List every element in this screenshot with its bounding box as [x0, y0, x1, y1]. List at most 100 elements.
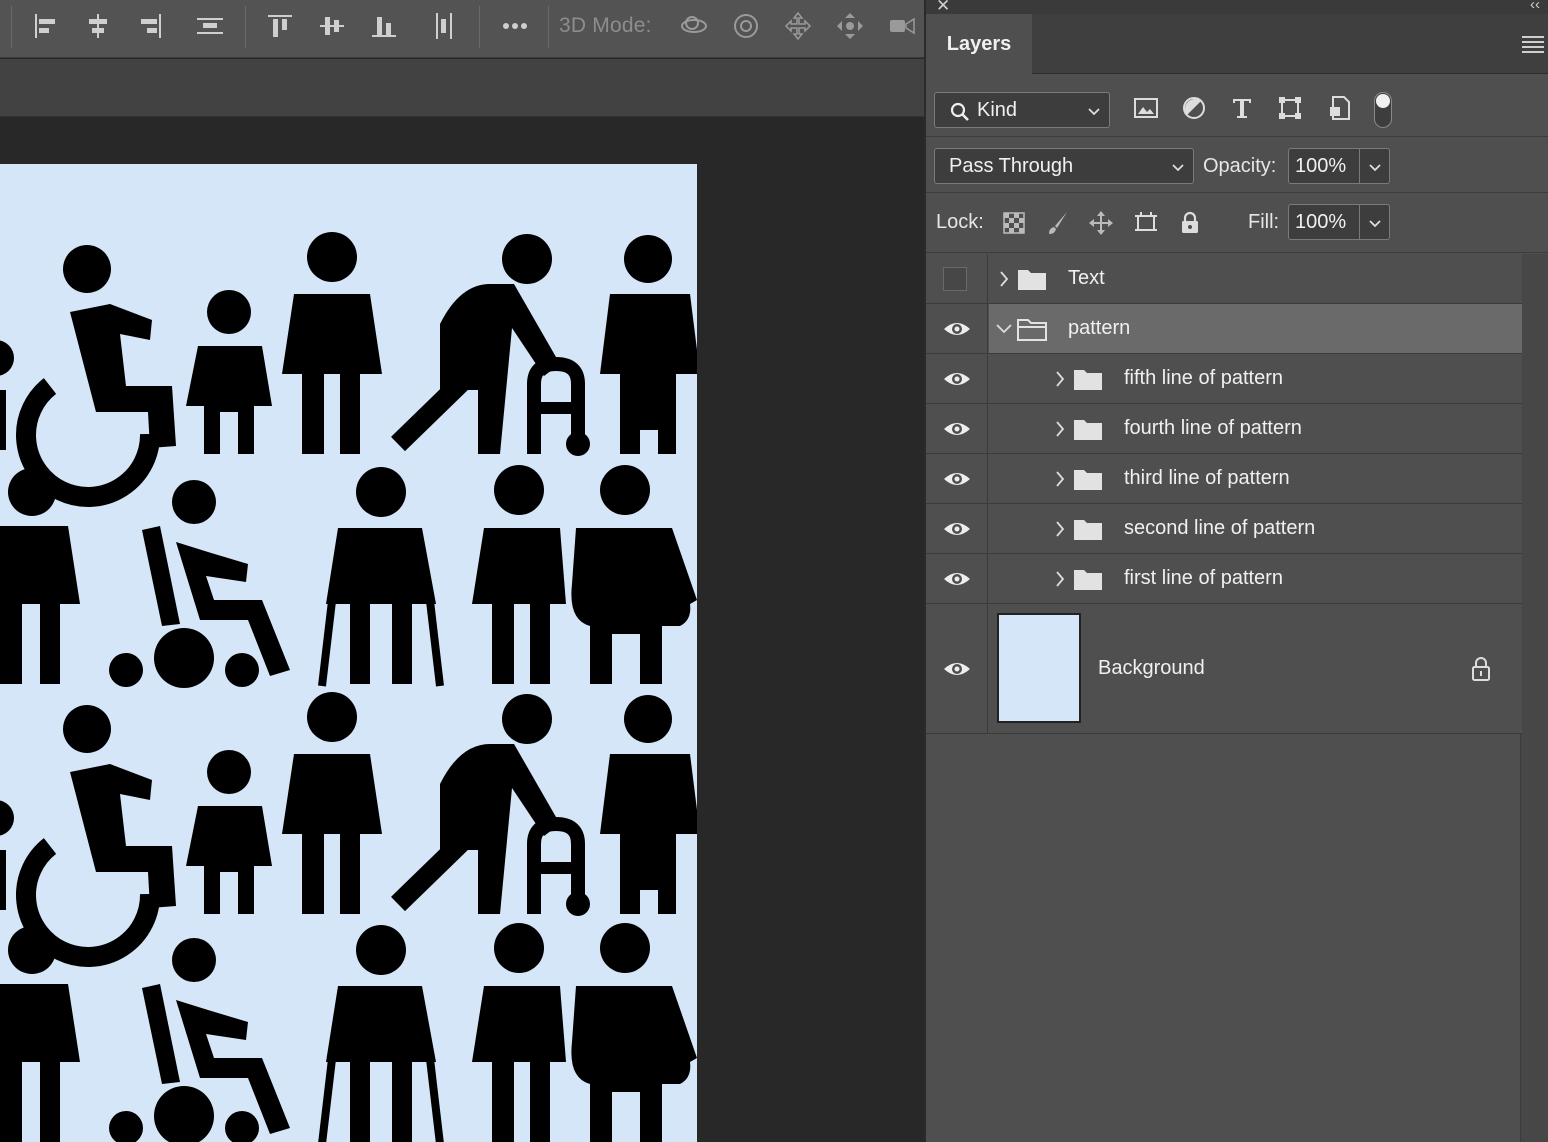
canvas-area[interactable]: [0, 118, 924, 1142]
layer-main[interactable]: third line of pattern: [989, 454, 1522, 503]
align-vertical-center-icon: [320, 17, 344, 35]
filter-kind-dropdown[interactable]: Kind: [934, 92, 1110, 128]
filter-toggle[interactable]: [1374, 92, 1392, 128]
chevron-right-icon[interactable]: [1051, 569, 1069, 589]
layer-main[interactable]: fourth line of pattern: [989, 404, 1522, 453]
tab-layers[interactable]: Layers: [926, 14, 1032, 75]
distribute-horizontal-button[interactable]: [188, 6, 232, 46]
pan-3d-button[interactable]: [776, 6, 820, 46]
distribute-horizontal-icon: [197, 18, 223, 34]
chevron-right-icon[interactable]: [995, 269, 1013, 289]
chevron-down-icon: [1172, 164, 1184, 172]
shape-icon: [1279, 97, 1301, 119]
layer-row-fourth-line[interactable]: fourth line of pattern: [926, 404, 1522, 454]
layer-main[interactable]: first line of pattern: [989, 554, 1522, 603]
visibility-toggle[interactable]: [926, 554, 988, 603]
chevron-right-icon[interactable]: [1051, 519, 1069, 539]
visibility-toggle[interactable]: [926, 304, 988, 353]
lock-icon: [1182, 211, 1198, 233]
video-3d-button[interactable]: [880, 6, 924, 46]
orbit-3d-icon: [681, 16, 707, 33]
visibility-toggle[interactable]: [926, 254, 988, 303]
layer-row-fifth-line[interactable]: fifth line of pattern: [926, 354, 1522, 404]
more-options-button[interactable]: [493, 6, 537, 46]
artboard-icon: [1135, 212, 1157, 231]
align-top-edges-button[interactable]: [258, 6, 302, 46]
layer-list-scrollbar[interactable]: [1520, 254, 1548, 1142]
filter-smart-objects-button[interactable]: [1324, 92, 1356, 124]
layer-main[interactable]: Background: [989, 604, 1522, 733]
lock-image-pixels-button[interactable]: [1042, 207, 1074, 239]
brush-icon: [1049, 212, 1067, 234]
collapse-panel-icon[interactable]: ‹‹: [1530, 0, 1540, 13]
layer-name: fifth line of pattern: [1124, 367, 1283, 389]
lock-position-button[interactable]: [1085, 207, 1117, 239]
layer-row-pattern[interactable]: pattern: [926, 304, 1522, 354]
align-right-icon: [141, 14, 161, 38]
fill-slider-button[interactable]: [1360, 204, 1390, 240]
3d-mode-label: 3D Mode:: [559, 14, 652, 37]
layer-row-third-line[interactable]: third line of pattern: [926, 454, 1522, 504]
orbit-3d-button[interactable]: [672, 6, 716, 46]
layer-main[interactable]: second line of pattern: [989, 504, 1522, 553]
panel-tab-row: Layers: [926, 14, 1548, 75]
toolbar-divider: [479, 6, 480, 48]
slide-3d-button[interactable]: [828, 6, 872, 46]
type-icon: [1233, 99, 1251, 118]
toggle-knob: [1376, 94, 1390, 108]
folder-icon: [1018, 270, 1046, 290]
layer-main[interactable]: pattern: [989, 304, 1522, 353]
align-top-icon: [268, 15, 292, 37]
eye-icon: [944, 423, 970, 435]
ellipsis-icon: [503, 23, 527, 29]
filter-kind-label: Kind: [977, 98, 1018, 121]
filter-shape-layers-button[interactable]: [1274, 92, 1306, 124]
blend-mode-dropdown[interactable]: Pass Through: [934, 148, 1194, 184]
chevron-right-icon[interactable]: [1051, 369, 1069, 389]
visibility-toggle[interactable]: [926, 404, 988, 453]
chevron-down-icon[interactable]: [995, 319, 1013, 339]
align-left-edges-button[interactable]: [24, 6, 68, 46]
lock-icon[interactable]: [1470, 656, 1492, 682]
document-canvas[interactable]: [0, 164, 697, 1142]
layer-row-first-line[interactable]: first line of pattern: [926, 554, 1522, 604]
lock-transparent-pixels-button[interactable]: [998, 207, 1030, 239]
chevron-right-icon[interactable]: [1051, 469, 1069, 489]
layer-main[interactable]: Text: [989, 254, 1522, 303]
lock-artboard-button[interactable]: [1130, 207, 1162, 239]
distribute-vertical-button[interactable]: [422, 6, 466, 46]
options-bar: 3D Mode:: [0, 0, 924, 58]
filter-adjustment-layers-button[interactable]: [1178, 92, 1210, 124]
filter-type-layers-button[interactable]: [1226, 92, 1258, 124]
align-left-icon: [35, 14, 55, 38]
layer-name: third line of pattern: [1124, 467, 1290, 489]
align-horizontal-centers-button[interactable]: [76, 6, 120, 46]
lock-all-button[interactable]: [1174, 207, 1206, 239]
opacity-slider-button[interactable]: [1360, 148, 1390, 184]
layer-row-text[interactable]: Text: [926, 254, 1522, 304]
distribute-vertical-icon: [436, 13, 452, 39]
align-vertical-centers-button[interactable]: [310, 6, 354, 46]
visibility-toggle[interactable]: [926, 354, 988, 403]
filter-pixel-layers-button[interactable]: [1130, 92, 1162, 124]
blend-mode-value: Pass Through: [949, 154, 1074, 177]
visibility-toggle[interactable]: [926, 604, 988, 733]
roll-3d-button[interactable]: [724, 6, 768, 46]
align-bottom-icon: [372, 17, 396, 37]
layer-main[interactable]: fifth line of pattern: [989, 354, 1522, 403]
pattern-artwork: [0, 164, 697, 1142]
align-right-edges-button[interactable]: [128, 6, 172, 46]
fill-input[interactable]: 100%: [1288, 204, 1360, 240]
panel-menu-icon[interactable]: [1522, 36, 1544, 53]
chevron-down-icon: [1369, 164, 1381, 172]
align-bottom-edges-button[interactable]: [362, 6, 406, 46]
layer-row-background[interactable]: Background: [926, 604, 1522, 734]
visibility-toggle[interactable]: [926, 504, 988, 553]
layer-name: second line of pattern: [1124, 517, 1316, 539]
opacity-input[interactable]: 100%: [1288, 148, 1360, 184]
layer-row-second-line[interactable]: second line of pattern: [926, 504, 1522, 554]
chevron-right-icon[interactable]: [1051, 419, 1069, 439]
visibility-toggle[interactable]: [926, 454, 988, 503]
layer-thumbnail[interactable]: [997, 613, 1081, 723]
checkerboard-icon: [1003, 212, 1025, 234]
